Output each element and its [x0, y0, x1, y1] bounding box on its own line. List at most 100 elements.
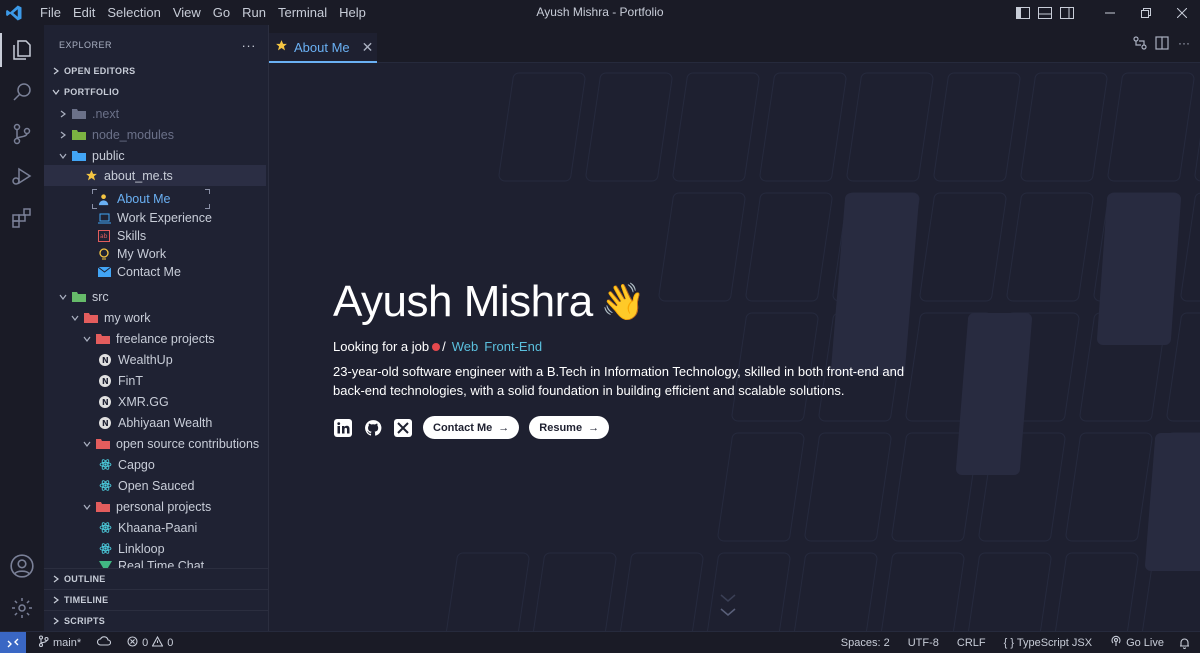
run-debug-icon[interactable]	[0, 155, 44, 197]
branch-indicator[interactable]: main*	[30, 635, 89, 650]
toggle-panel-icon[interactable]	[1034, 0, 1056, 25]
outline-item-work-experience[interactable]: Work Experience	[44, 209, 266, 227]
github-icon[interactable]	[363, 418, 383, 438]
menu-terminal[interactable]: Terminal	[272, 0, 333, 25]
split-editor-icon[interactable]	[1154, 35, 1170, 51]
more-editor-actions-icon[interactable]: ···	[1176, 35, 1192, 51]
error-count: 0	[142, 636, 149, 649]
close-window-icon[interactable]	[1164, 0, 1200, 25]
arrow-right-icon: →	[588, 421, 600, 434]
tree-item-fint[interactable]: N FinT	[44, 370, 266, 391]
go-live-label: Go Live	[1126, 636, 1164, 649]
editor-area: About Me ✕ ··· Ayush Mishra 👋 Looking fo…	[269, 25, 1200, 631]
compare-changes-icon[interactable]	[1132, 35, 1148, 51]
grid-cell	[880, 552, 965, 631]
menu-view[interactable]: View	[167, 0, 207, 25]
tree-item-src[interactable]: src	[44, 286, 266, 307]
account-icon[interactable]	[0, 545, 44, 587]
tree-item-wealthup[interactable]: N WealthUp	[44, 349, 266, 370]
scripts-section[interactable]: SCRIPTS	[44, 610, 268, 631]
tree-item-open-source[interactable]: open source contributions	[44, 433, 266, 454]
tree-item-public[interactable]: public	[44, 145, 266, 166]
go-live-button[interactable]: Go Live	[1101, 635, 1173, 650]
close-tab-icon[interactable]: ✕	[362, 39, 374, 56]
contact-me-button[interactable]: Contact Me →	[423, 416, 520, 439]
skills-icon: ab	[96, 229, 112, 243]
tree-item-capgo[interactable]: Capgo	[44, 454, 266, 475]
open-editors-section[interactable]: OPEN EDITORS	[44, 60, 268, 81]
outline-item-my-work[interactable]: My Work	[44, 245, 266, 263]
resume-label: Resume	[539, 421, 583, 434]
outline-section[interactable]: OUTLINE	[44, 568, 268, 589]
tree-item-my-work[interactable]: my work	[44, 307, 266, 328]
tree-item-freelance[interactable]: freelance projects	[44, 328, 266, 349]
tree-item-node-modules[interactable]: node_modules	[44, 124, 266, 145]
restore-icon[interactable]	[1128, 0, 1164, 25]
grid-cell	[933, 72, 1021, 182]
name-heading: Ayush Mishra	[333, 277, 593, 326]
encoding-status[interactable]: UTF-8	[899, 637, 948, 649]
tree-item-khaana-paani[interactable]: Khaana-Paani	[44, 517, 266, 538]
linkedin-icon[interactable]	[333, 418, 353, 438]
menu-help[interactable]: Help	[333, 0, 372, 25]
more-actions-icon[interactable]: ···	[242, 38, 257, 53]
settings-gear-icon[interactable]	[0, 587, 44, 629]
toggle-secondary-sidebar-icon[interactable]	[1056, 0, 1078, 25]
outline-label: Skills	[117, 229, 147, 243]
toggle-sidebar-icon[interactable]	[1012, 0, 1034, 25]
tree-item-abhiyaan[interactable]: N Abhiyaan Wealth	[44, 412, 266, 433]
hero-actions: Contact Me → Resume →	[333, 416, 933, 439]
x-twitter-icon[interactable]	[393, 418, 413, 438]
explorer-icon[interactable]	[0, 29, 44, 71]
grid-cell	[804, 432, 892, 542]
chevron-down-icon	[68, 314, 82, 322]
menu-go[interactable]: Go	[207, 0, 236, 25]
source-control-icon[interactable]	[0, 113, 44, 155]
tree-label: WealthUp	[118, 352, 173, 367]
scroll-down-chevron-icon[interactable]	[719, 591, 743, 627]
menu-selection[interactable]: Selection	[101, 0, 166, 25]
grid-cell	[672, 72, 760, 182]
language-mode-status[interactable]: { } TypeScript JSX	[995, 637, 1101, 649]
chevron-down-icon	[56, 293, 70, 301]
notifications-bell-icon[interactable]	[1173, 637, 1200, 649]
folder-icon	[94, 332, 112, 346]
react-icon	[96, 479, 114, 493]
wave-icon: 👋	[600, 281, 646, 322]
problems-indicator[interactable]: 0 0	[119, 635, 181, 650]
chevron-down-icon	[48, 88, 64, 96]
indentation-status[interactable]: Spaces: 2	[832, 637, 899, 649]
outline-item-skills[interactable]: ab Skills	[44, 227, 266, 245]
tree-item-about-me-file[interactable]: about_me.ts	[44, 165, 266, 186]
tree-item-next[interactable]: .next	[44, 103, 266, 124]
sync-indicator[interactable]	[89, 636, 119, 649]
extensions-icon[interactable]	[0, 197, 44, 239]
minimize-icon[interactable]	[1092, 0, 1128, 25]
tree-label: Capgo	[118, 457, 155, 472]
timeline-section[interactable]: TIMELINE	[44, 589, 268, 610]
menu-file[interactable]: File	[34, 0, 67, 25]
tree-label: public	[92, 148, 125, 163]
grid-cell	[793, 552, 878, 631]
tab-label: About Me	[294, 39, 350, 55]
svg-text:ab: ab	[100, 233, 108, 240]
remote-indicator-icon[interactable]	[0, 631, 26, 653]
tree-item-personal[interactable]: personal projects	[44, 496, 266, 517]
outline-item-contact-me[interactable]: Contact Me	[44, 263, 266, 281]
tree-label: Linkloop	[118, 541, 165, 556]
resume-button[interactable]: Resume →	[529, 416, 610, 439]
node-folder-icon	[70, 128, 88, 142]
tab-about-me[interactable]: About Me ✕	[269, 33, 377, 63]
menu-edit[interactable]: Edit	[67, 0, 101, 25]
portfolio-section[interactable]: PORTFOLIO	[44, 81, 268, 102]
tree-item-linkloop[interactable]: Linkloop	[44, 538, 266, 559]
tree-item-open-sauced[interactable]: Open Sauced	[44, 475, 266, 496]
role-front-end: Front-End	[484, 339, 543, 354]
nextjs-icon: N	[96, 353, 114, 367]
grid-cell	[706, 552, 791, 631]
eol-status[interactable]: CRLF	[948, 637, 995, 649]
outline-item-about-me[interactable]: About Me	[44, 190, 266, 208]
menu-run[interactable]: Run	[236, 0, 272, 25]
tree-item-xmr[interactable]: N XMR.GG	[44, 391, 266, 412]
search-icon[interactable]	[0, 71, 44, 113]
